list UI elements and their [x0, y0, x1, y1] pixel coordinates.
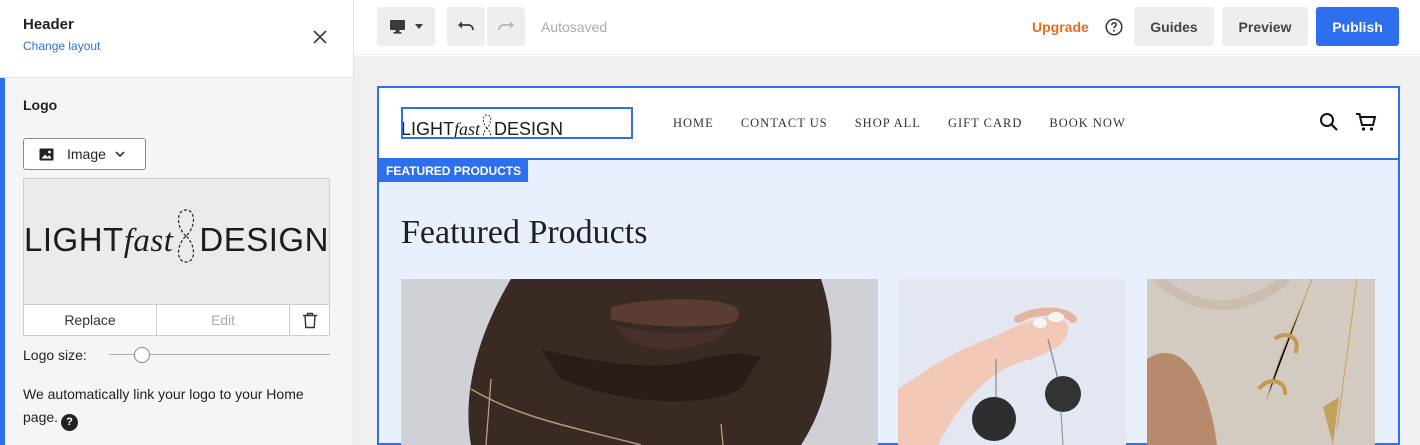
section-title: Logo	[23, 97, 58, 113]
logo-type-select[interactable]: Image	[23, 138, 146, 170]
undo-icon	[458, 21, 474, 30]
gold-jewelry-image	[1147, 279, 1375, 445]
autosave-status: Autosaved	[541, 19, 608, 35]
logo-settings: Logo Image LIGHTfastDESIGN Replace Edit	[0, 78, 353, 445]
nav-item-gift-card[interactable]: GIFT CARD	[948, 116, 1022, 131]
delete-button[interactable]	[290, 305, 329, 335]
section-tag: FEATURED PRODUCTS	[379, 160, 529, 182]
product-image-3[interactable]	[1147, 279, 1375, 445]
desktop-icon	[389, 19, 405, 34]
portrait-image	[401, 279, 878, 445]
close-icon[interactable]	[311, 28, 329, 46]
logo-size-slider-thumb[interactable]	[134, 347, 151, 363]
logo-image: LIGHTfast DESIGN	[24, 207, 329, 265]
redo-button[interactable]	[487, 7, 525, 46]
guides-button[interactable]: Guides	[1134, 7, 1214, 46]
nav-item-contact-us[interactable]: CONTACT US	[741, 116, 828, 131]
nav-item-home[interactable]: HOME	[673, 116, 714, 131]
editor-canvas: LIGHTfast DESIGN HOME CONTACT US SHOP ALL…	[354, 56, 1420, 445]
trash-icon	[302, 312, 317, 328]
site-header[interactable]: LIGHTfast DESIGN HOME CONTACT US SHOP ALL…	[377, 86, 1400, 160]
preview-button[interactable]: Preview	[1222, 7, 1308, 46]
panel-title: Header	[23, 16, 74, 33]
undo-button[interactable]	[447, 7, 485, 46]
editor-toolbar: Autosaved Upgrade Guides Preview Publish	[354, 0, 1420, 55]
active-indicator	[0, 78, 5, 445]
infinity-mark-icon	[482, 114, 492, 137]
site-logo-text: LIGHTfast DESIGN	[403, 113, 563, 137]
site-nav: HOME CONTACT US SHOP ALL GIFT CARD BOOK …	[673, 116, 1126, 131]
help-circle-icon[interactable]	[1105, 18, 1123, 36]
infinity-mark-icon	[178, 209, 195, 263]
nav-item-book-now[interactable]: BOOK NOW	[1049, 116, 1125, 131]
edit-button[interactable]: Edit	[157, 305, 290, 335]
caret-down-icon	[414, 24, 423, 29]
logo-size-label: Logo size:	[23, 347, 87, 363]
device-select[interactable]	[377, 7, 435, 46]
cart-icon[interactable]	[1355, 112, 1377, 132]
redo-icon	[498, 21, 514, 30]
product-image-2[interactable]	[898, 279, 1126, 445]
image-icon	[39, 148, 54, 160]
logo-type-label: Image	[67, 146, 106, 162]
logo-size-row: Logo size:	[23, 346, 330, 364]
site-logo[interactable]: LIGHTfast DESIGN	[401, 107, 633, 139]
change-layout-link[interactable]: Change layout	[23, 39, 330, 53]
upgrade-link[interactable]: Upgrade	[1032, 19, 1089, 35]
featured-products-section[interactable]: FEATURED PRODUCTS Featured Products	[377, 160, 1400, 445]
logo-link-note: We automatically link your logo to your …	[23, 383, 333, 431]
help-icon[interactable]: ?	[61, 414, 79, 431]
logo-actions: Replace Edit	[23, 304, 330, 336]
logo-preview[interactable]: LIGHTfast DESIGN	[23, 178, 330, 305]
earrings-hand-image	[898, 279, 1126, 445]
nav-item-shop-all[interactable]: SHOP ALL	[855, 116, 921, 131]
editor-panel: Header Change layout Logo Image LIGHTfas…	[0, 0, 354, 445]
site-preview: LIGHTfast DESIGN HOME CONTACT US SHOP ALL…	[377, 86, 1400, 445]
search-icon[interactable]	[1319, 112, 1339, 132]
product-image-1[interactable]	[401, 279, 878, 445]
panel-header: Header Change layout	[0, 0, 353, 78]
publish-button[interactable]: Publish	[1316, 7, 1399, 46]
chevron-down-icon	[115, 151, 125, 157]
section-heading: Featured Products	[401, 214, 648, 251]
replace-button[interactable]: Replace	[24, 305, 157, 335]
